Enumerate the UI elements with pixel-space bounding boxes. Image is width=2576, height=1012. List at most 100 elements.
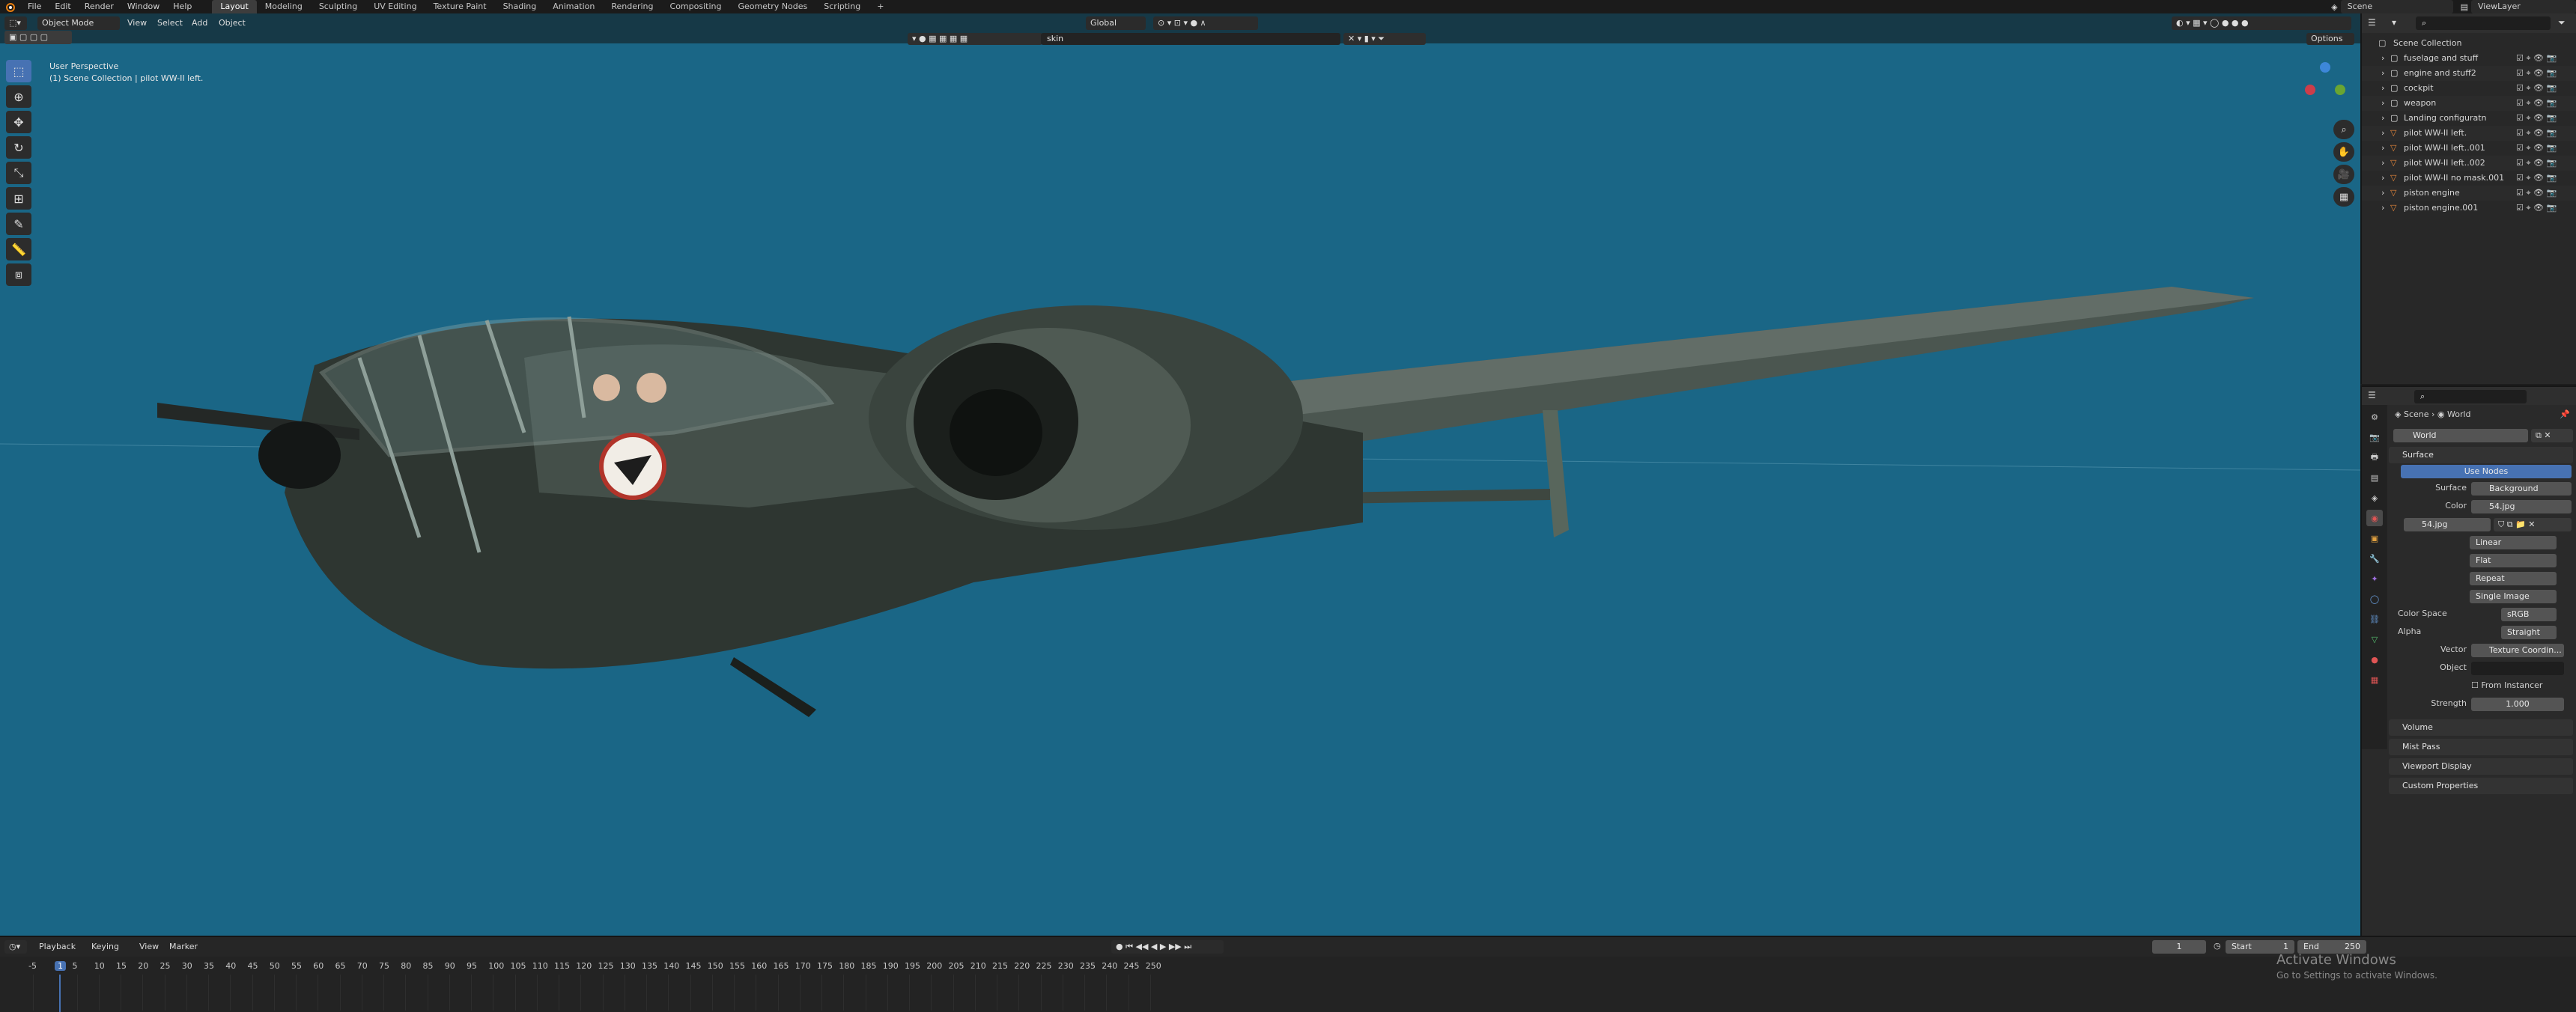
workspace-tab-shading[interactable]: Shading xyxy=(495,0,545,13)
image-datablock-buttons[interactable]: ⛉ ⧉ 📁 ✕ xyxy=(2494,518,2572,531)
outliner-item[interactable]: › ▽ pilot WW-II no mask.001 ☑ ⌖ 👁 📷 xyxy=(2362,171,2576,186)
expand-arrow-icon[interactable]: › xyxy=(2381,173,2384,183)
viewport-search-clear[interactable]: ✕ ▾ ▮ ▾ ⏷ xyxy=(1343,33,1426,45)
viewport-menu-select[interactable]: Select xyxy=(153,16,187,30)
world-datablock-buttons[interactable]: ⧉ ✕ xyxy=(2531,429,2573,442)
scene-tab-icon[interactable]: ◈ xyxy=(2366,490,2383,506)
expand-arrow-icon[interactable]: › xyxy=(2381,158,2384,168)
outliner-item[interactable]: › ▽ piston engine.001 ☑ ⌖ 👁 📷 xyxy=(2362,201,2576,216)
workspace-tab-uv-editing[interactable]: UV Editing xyxy=(365,0,425,13)
editor-type-button[interactable]: ⬚▾ xyxy=(4,16,27,30)
properties-search-input[interactable]: ⌕ xyxy=(2414,390,2527,403)
visibility-toggles-icon[interactable]: ☑ ⌖ 👁 📷 xyxy=(2516,143,2557,153)
expand-arrow-icon[interactable]: › xyxy=(2381,188,2384,198)
from-instancer-checkbox[interactable]: ☐ From Instancer xyxy=(2471,680,2564,695)
object-picker-field[interactable] xyxy=(2471,662,2564,675)
output-tab-icon[interactable]: 🖶 xyxy=(2366,449,2383,466)
3d-viewport[interactable]: ⬚▾ Object Mode View Select Add Object ▣ … xyxy=(0,13,2360,936)
visibility-toggles-icon[interactable]: ☑ ⌖ 👁 📷 xyxy=(2516,173,2557,183)
outliner-item[interactable]: › ▽ pilot WW-II left. ☑ ⌖ 👁 📷 xyxy=(2362,126,2576,141)
constraints-tab-icon[interactable]: ⛓ xyxy=(2366,611,2383,627)
outliner-scene-collection[interactable]: ▢ Scene Collection xyxy=(2362,36,2576,51)
color-space-dropdown[interactable]: sRGB xyxy=(2501,608,2557,621)
modifier-tab-icon[interactable]: 🔧 xyxy=(2366,550,2383,567)
tool-tab-icon[interactable]: ⚙ xyxy=(2366,409,2383,425)
expand-arrow-icon[interactable]: › xyxy=(2381,68,2384,78)
visibility-toggles-icon[interactable]: ☑ ⌖ 👁 📷 xyxy=(2516,113,2557,124)
alpha-dropdown[interactable]: Straight xyxy=(2501,626,2557,639)
workspace-tab-sculpting[interactable]: Sculpting xyxy=(311,0,365,13)
outliner-item[interactable]: › ▢ fuselage and stuff ☑ ⌖ 👁 📷 xyxy=(2362,51,2576,66)
scale-tool-icon[interactable]: ⤡ xyxy=(6,162,31,184)
data-tab-icon[interactable]: ▽ xyxy=(2366,631,2383,647)
orientation-dropdown[interactable]: Global xyxy=(1086,16,1146,30)
timeline-ruler[interactable]: -5 1 5 10 15 20 25 30 35 40 45 50 55 60 65 70 75 80 85 90 95… xyxy=(0,957,2576,1012)
expand-arrow-icon[interactable]: › xyxy=(2381,143,2384,153)
camera-view-icon[interactable]: 🎥 xyxy=(2333,165,2354,184)
viewport-menu-object[interactable]: Object xyxy=(214,16,250,30)
workspace-tab-compositing[interactable]: Compositing xyxy=(662,0,730,13)
expand-arrow-icon[interactable]: › xyxy=(2381,203,2384,213)
shading-buttons[interactable]: ◐ ▾ ▦ ▾ ◯ ● ● ● xyxy=(2172,16,2351,30)
use-nodes-button[interactable]: Use Nodes xyxy=(2401,465,2572,478)
visibility-toggles-icon[interactable]: ☑ ⌖ 👁 📷 xyxy=(2516,128,2557,138)
object-tab-icon[interactable]: ▣ xyxy=(2366,530,2383,546)
outliner-item[interactable]: › ▢ engine and stuff2 ☑ ⌖ 👁 📷 xyxy=(2362,66,2576,81)
current-frame-field[interactable]: 1 xyxy=(2152,940,2206,954)
cursor-tool-icon[interactable]: ⊕ xyxy=(6,85,31,108)
measure-tool-icon[interactable]: 📏 xyxy=(6,238,31,260)
blender-logo-icon[interactable] xyxy=(4,1,15,12)
interpolation-dropdown[interactable]: Linear xyxy=(2470,536,2557,549)
perspective-toggle-icon[interactable]: ▦ xyxy=(2333,187,2354,207)
viewport-menu-add[interactable]: Add xyxy=(187,16,212,30)
particles-tab-icon[interactable]: ✦ xyxy=(2366,570,2383,587)
surface-section-header[interactable]: Surface xyxy=(2389,447,2573,463)
menu-edit[interactable]: Edit xyxy=(48,0,77,13)
outliner-item[interactable]: › ▽ piston engine ☑ ⌖ 👁 📷 xyxy=(2362,186,2576,201)
add-workspace-button[interactable]: + xyxy=(869,0,892,13)
move-tool-icon[interactable]: ✥ xyxy=(6,111,31,133)
view-layer-tab-icon[interactable]: ▤ xyxy=(2366,469,2383,486)
volume-section-header[interactable]: Volume xyxy=(2389,719,2573,736)
outliner-item[interactable]: › ▢ cockpit ☑ ⌖ 👁 📷 xyxy=(2362,81,2576,96)
outliner-search-input[interactable]: ⌕ xyxy=(2416,16,2551,30)
strength-slider[interactable]: 1.000 xyxy=(2471,698,2564,711)
timeline-menu-playback[interactable]: Playback xyxy=(34,940,80,954)
menu-help[interactable]: Help xyxy=(166,0,198,13)
transform-tool-icon[interactable]: ⊞ xyxy=(6,187,31,210)
object-mode-dropdown[interactable]: Object Mode xyxy=(37,16,120,30)
workspace-tab-layout[interactable]: Layout xyxy=(212,0,257,13)
viewport-menu-view[interactable]: View xyxy=(123,16,151,30)
world-tab-icon[interactable]: ◉ xyxy=(2366,510,2383,526)
world-name-field[interactable]: World xyxy=(2393,429,2528,442)
extension-dropdown[interactable]: Repeat xyxy=(2470,572,2557,585)
menu-render[interactable]: Render xyxy=(78,0,121,13)
image-datablock-field[interactable]: 54.jpg xyxy=(2404,518,2491,531)
outliner-editor-icon[interactable]: ☰ xyxy=(2368,17,2376,28)
expand-arrow-icon[interactable]: › xyxy=(2381,128,2384,138)
pin-icon[interactable]: 📌 xyxy=(2560,409,2570,419)
visibility-toggles-icon[interactable]: ☑ ⌖ 👁 📷 xyxy=(2516,203,2557,213)
outliner-filter-icon[interactable]: ⏷ xyxy=(2558,17,2566,28)
add-cube-tool-icon[interactable]: ⧈ xyxy=(6,263,31,286)
pivot-snap-buttons[interactable]: ⊙ ▾ ⊡ ▾ ● ∧ xyxy=(1153,16,1258,30)
color-input-field[interactable]: 54.jpg xyxy=(2471,500,2572,513)
menu-window[interactable]: Window xyxy=(121,0,166,13)
visibility-toggles-icon[interactable]: ☑ ⌖ 👁 📷 xyxy=(2516,53,2557,64)
viewport-search-input[interactable]: skin xyxy=(1041,33,1340,45)
physics-tab-icon[interactable]: ◯ xyxy=(2366,591,2383,607)
timeline-menu-marker[interactable]: Marker xyxy=(165,940,202,954)
expand-arrow-icon[interactable]: › xyxy=(2381,53,2384,63)
expand-arrow-icon[interactable]: › xyxy=(2381,98,2384,108)
timeline-menu-view[interactable]: View xyxy=(135,940,163,954)
workspace-tab-rendering[interactable]: Rendering xyxy=(603,0,661,13)
render-tab-icon[interactable]: 📷 xyxy=(2366,429,2383,445)
outliner-item[interactable]: › ▽ pilot WW-II left..001 ☑ ⌖ 👁 📷 xyxy=(2362,141,2576,156)
visibility-toggles-icon[interactable]: ☑ ⌖ 👁 📷 xyxy=(2516,68,2557,79)
outliner-item[interactable]: › ▽ pilot WW-II left..002 ☑ ⌖ 👁 📷 xyxy=(2362,156,2576,171)
texture-tab-icon[interactable]: ▦ xyxy=(2366,671,2383,688)
source-dropdown[interactable]: Single Image xyxy=(2470,590,2557,603)
filter-visibility-buttons[interactable]: ▾ ● ▦ ▦ ▦ ▦ xyxy=(908,33,1042,45)
view-layer-selector[interactable]: ViewLayer xyxy=(2471,0,2576,13)
expand-arrow-icon[interactable]: › xyxy=(2381,113,2384,123)
